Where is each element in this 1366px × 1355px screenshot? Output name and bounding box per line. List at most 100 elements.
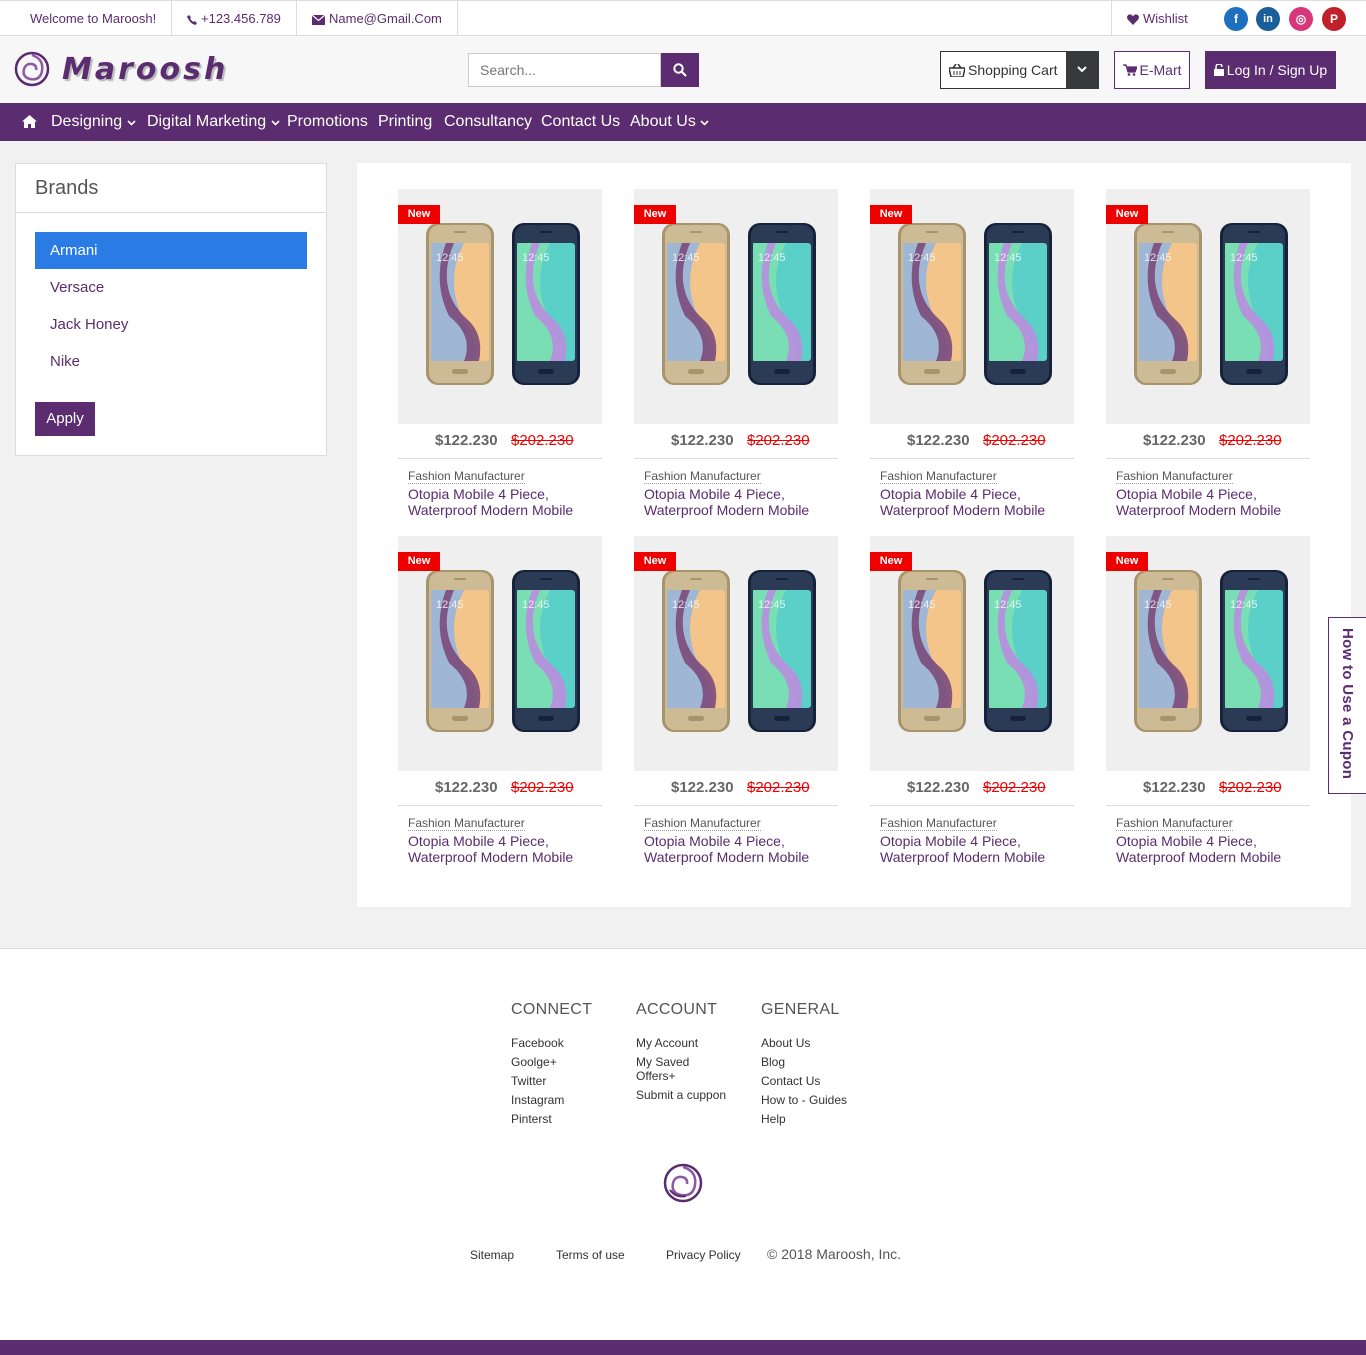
facebook-icon[interactable]: f [1224,7,1248,31]
apply-button[interactable]: Apply [35,402,95,436]
product-manufacturer[interactable]: Fashion Manufacturer [880,469,997,484]
login-signup-button[interactable]: Log In / Sign Up [1205,51,1336,89]
maroosh-logo-icon[interactable] [14,51,50,87]
coupon-help-tab[interactable]: How to Use a Cupon [1328,617,1366,794]
home-icon[interactable] [22,115,37,128]
footer-privacy-link[interactable]: Privacy Policy [666,1248,741,1262]
phone-icon [187,15,197,25]
footer-link-saved-offers[interactable]: My Saved Offers+ [636,1055,706,1083]
footer-link-about-us[interactable]: About Us [761,1036,810,1050]
footer-general-title: GENERAL [761,1001,840,1018]
footer-link-instagram[interactable]: Instagram [511,1093,564,1107]
instagram-icon[interactable]: ◎ [1289,7,1313,31]
product-card[interactable]: 12:45 12:45 New $122.230 $202.230 Fashion Man… [634,189,838,519]
product-image[interactable]: 12:45 12:45 New [1106,536,1310,771]
footer-link-facebook[interactable]: Facebook [511,1036,564,1050]
product-image[interactable]: 12:45 12:45 New [870,189,1074,424]
product-card[interactable]: 12:45 12:45 New $122.230 $202.230 Fashion Man… [870,536,1074,866]
product-old-price: $202.230 [983,779,1046,796]
footer-link-submit-coupon[interactable]: Submit a cuppon [636,1088,726,1102]
product-manufacturer[interactable]: Fashion Manufacturer [880,816,997,831]
main-nav: Designing Digital Marketing Promotions P… [0,103,1366,141]
product-name-line: Otopia Mobile 4 Piece, [644,833,785,849]
product-name[interactable]: Otopia Mobile 4 Piece, Waterproof Modern … [880,486,1074,518]
linkedin-icon[interactable]: in [1256,7,1280,31]
phone-contact[interactable]: +123.456.789 [172,1,297,36]
product-image[interactable]: 12:45 12:45 New [870,536,1074,771]
search-button[interactable] [661,53,699,87]
nav-about-us[interactable]: About Us [630,103,709,141]
product-name-line: Waterproof Modern Mobile [644,849,810,865]
search-input[interactable] [468,53,661,87]
product-name-line: Waterproof Modern Mobile [1116,849,1282,865]
nav-designing[interactable]: Designing [51,103,136,141]
email-contact[interactable]: Name@Gmail.Com [297,1,458,36]
footer-link-twitter[interactable]: Twitter [511,1074,546,1088]
nav-contact-us[interactable]: Contact Us [541,103,620,141]
brand-item-jack-honey[interactable]: Jack Honey [35,306,307,343]
footer-link-help[interactable]: Help [761,1112,786,1126]
product-manufacturer[interactable]: Fashion Manufacturer [1116,469,1233,484]
svg-text:12:45: 12:45 [1144,599,1172,611]
svg-text:12:45: 12:45 [994,599,1022,611]
product-image[interactable]: 12:45 12:45 New [1106,189,1310,424]
product-manufacturer[interactable]: Fashion Manufacturer [644,816,761,831]
footer-link-my-account[interactable]: My Account [636,1036,698,1050]
product-manufacturer[interactable]: Fashion Manufacturer [644,469,761,484]
product-manufacturer[interactable]: Fashion Manufacturer [408,469,525,484]
product-image[interactable]: 12:45 12:45 New [634,189,838,424]
product-image[interactable]: 12:45 12:45 New [398,189,602,424]
brand-item-nike[interactable]: Nike [35,343,307,380]
brand-item-versace[interactable]: Versace [35,269,307,306]
footer-terms-link[interactable]: Terms of use [556,1248,625,1262]
product-price: $122.230 [671,432,734,449]
product-price: $122.230 [907,432,970,449]
footer-link-how-to-guides[interactable]: How to - Guides [761,1093,847,1107]
product-card[interactable]: 12:45 12:45 New $122.230 $202.230 Fashion Man… [634,536,838,866]
product-name[interactable]: Otopia Mobile 4 Piece, Waterproof Modern … [408,833,602,865]
footer-link-contact-us[interactable]: Contact Us [761,1074,820,1088]
product-card[interactable]: 12:45 12:45 New $122.230 $202.230 Fashion Man… [398,189,602,519]
phone-dark-image: 12:45 [746,568,818,739]
product-manufacturer[interactable]: Fashion Manufacturer [1116,816,1233,831]
footer-link-pinterest[interactable]: Pinterst [511,1112,552,1126]
brand-logo-text[interactable]: Maroosh [62,52,228,87]
product-name[interactable]: Otopia Mobile 4 Piece, Waterproof Modern … [644,486,838,518]
product-name[interactable]: Otopia Mobile 4 Piece, Waterproof Modern … [1116,486,1310,518]
product-card[interactable]: 12:45 12:45 New $122.230 $202.230 Fashion Man… [1106,536,1310,866]
product-image[interactable]: 12:45 12:45 New [634,536,838,771]
pinterest-icon[interactable]: P [1322,7,1346,31]
new-badge: New [634,205,676,224]
product-card[interactable]: 12:45 12:45 New $122.230 $202.230 Fashion Man… [870,189,1074,519]
nav-consultancy[interactable]: Consultancy [444,103,532,141]
product-old-price: $202.230 [747,779,810,796]
product-name-line: Otopia Mobile 4 Piece, [1116,486,1257,502]
brand-item-armani[interactable]: Armani [35,232,307,269]
product-card[interactable]: 12:45 12:45 New $122.230 $202.230 Fashion Man… [398,536,602,866]
nav-promotions[interactable]: Promotions [287,103,368,141]
product-name[interactable]: Otopia Mobile 4 Piece, Waterproof Modern … [880,833,1074,865]
phone-dark-image: 12:45 [510,568,582,739]
product-name[interactable]: Otopia Mobile 4 Piece, Waterproof Modern … [644,833,838,865]
phone-dark-image: 12:45 [982,568,1054,739]
product-image[interactable]: 12:45 12:45 New [398,536,602,771]
shopping-cart-button[interactable]: Shopping Cart [940,51,1067,89]
product-manufacturer[interactable]: Fashion Manufacturer [408,816,525,831]
wishlist-link[interactable]: Wishlist [1111,1,1203,36]
svg-text:12:45: 12:45 [1230,252,1258,264]
heart-icon [1127,14,1139,25]
nav-printing[interactable]: Printing [378,103,432,141]
product-name[interactable]: Otopia Mobile 4 Piece, Waterproof Modern … [408,486,602,518]
divider [1106,458,1310,459]
footer-sitemap-link[interactable]: Sitemap [470,1248,514,1262]
emart-button[interactable]: E-Mart [1114,51,1190,89]
svg-text:12:45: 12:45 [436,599,464,611]
svg-text:12:45: 12:45 [994,252,1022,264]
footer-link-blog[interactable]: Blog [761,1055,785,1069]
product-card[interactable]: 12:45 12:45 New $122.230 $202.230 Fashion Man… [1106,189,1310,519]
product-price: $122.230 [907,779,970,796]
product-name[interactable]: Otopia Mobile 4 Piece, Waterproof Modern … [1116,833,1310,865]
nav-digital-marketing[interactable]: Digital Marketing [147,103,280,141]
footer-link-googleplus[interactable]: Goolge+ [511,1055,557,1069]
cart-dropdown-toggle[interactable] [1066,51,1099,89]
